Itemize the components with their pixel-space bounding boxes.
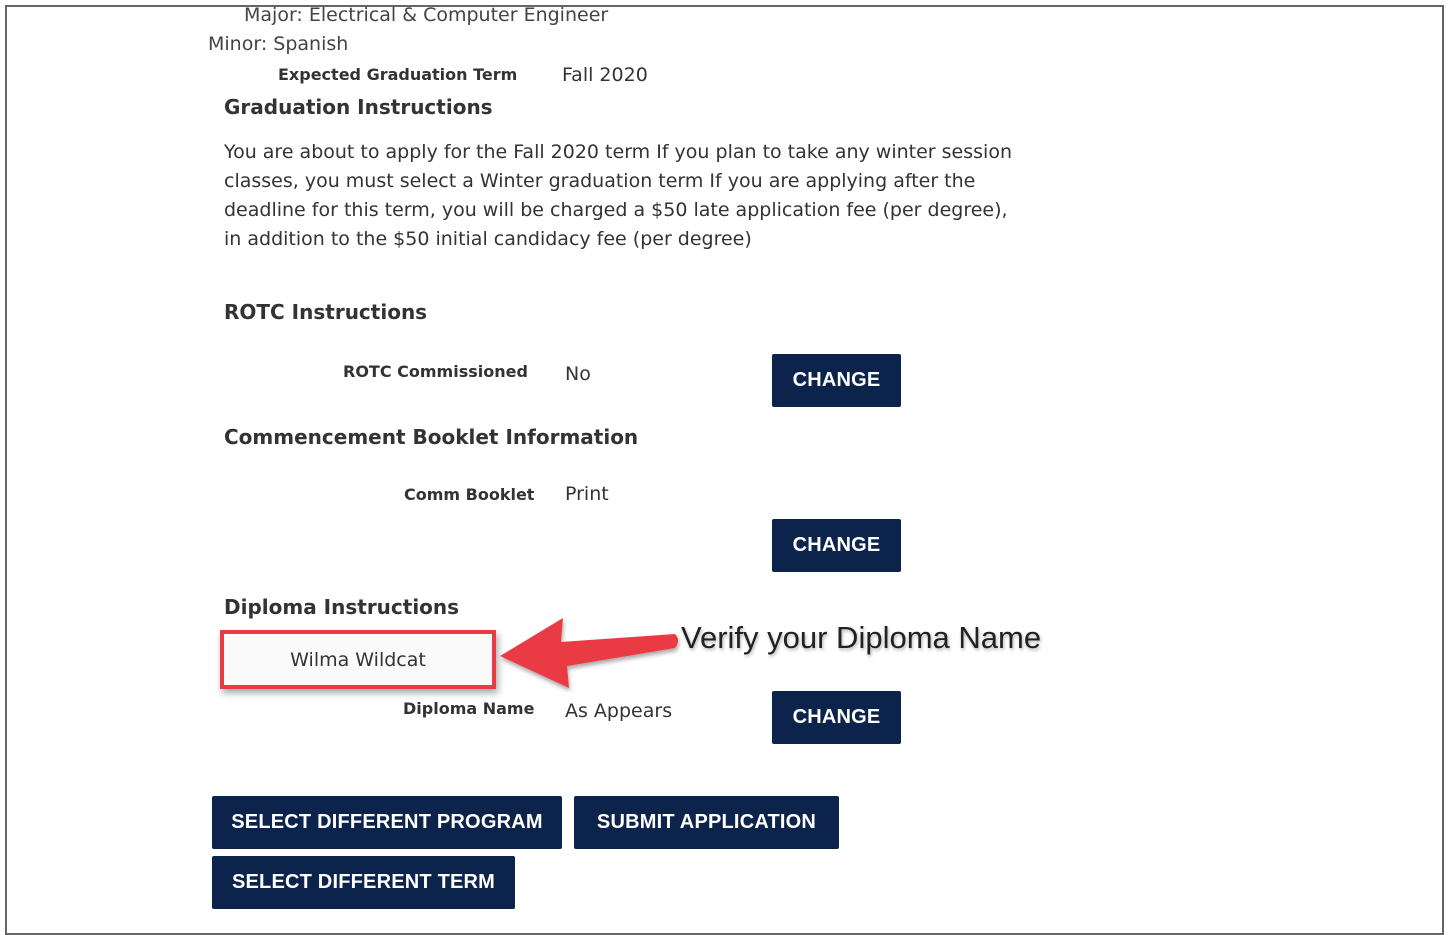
comm-booklet-value: Print [565, 483, 609, 505]
callout-arrow-icon [500, 618, 678, 688]
rotc-commissioned-value: No [565, 363, 591, 385]
expected-term-value: Fall 2020 [562, 64, 648, 86]
minor-text: Minor: Spanish [208, 33, 349, 55]
rotc-change-button[interactable]: CHANGE [772, 354, 901, 407]
comm-booklet-label: Comm Booklet [404, 485, 535, 504]
diploma-instructions-heading: Diploma Instructions [224, 595, 460, 619]
select-different-program-button[interactable]: SELECT DIFFERENT PROGRAM [212, 796, 562, 849]
verify-diploma-callout: Verify your Diploma Name [681, 620, 1042, 655]
diploma-name-highlight: Wilma Wildcat [220, 630, 496, 689]
diploma-name-display: Wilma Wildcat [290, 648, 426, 671]
booklet-change-button[interactable]: CHANGE [772, 519, 901, 572]
expected-term-label: Expected Graduation Term [278, 65, 518, 84]
graduation-instructions-text: You are about to apply for the Fall 2020… [224, 141, 1012, 250]
graduation-instructions-heading: Graduation Instructions [224, 95, 493, 119]
diploma-name-value: As Appears [565, 700, 673, 722]
rotc-instructions-heading: ROTC Instructions [224, 300, 428, 324]
commencement-booklet-heading: Commencement Booklet Information [224, 425, 639, 449]
rotc-commissioned-label: ROTC Commissioned [343, 362, 528, 381]
major-text: Major: Electrical & Computer Engineer [244, 4, 609, 26]
diploma-name-label: Diploma Name [403, 699, 535, 718]
diploma-change-button[interactable]: CHANGE [772, 691, 901, 744]
select-different-term-button[interactable]: SELECT DIFFERENT TERM [212, 856, 515, 909]
submit-application-button[interactable]: SUBMIT APPLICATION [574, 796, 839, 849]
